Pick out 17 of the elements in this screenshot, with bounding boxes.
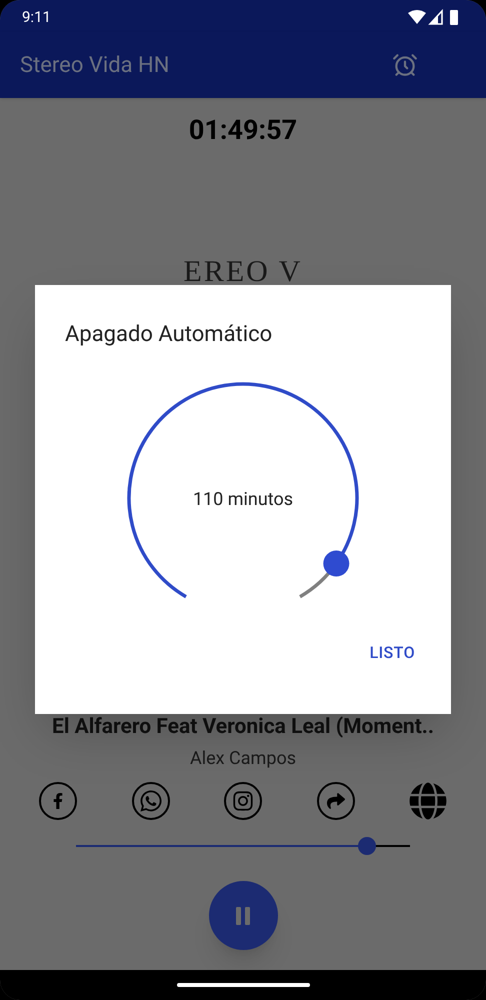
alarm-clock-icon[interactable]	[392, 52, 418, 78]
facebook-icon[interactable]	[39, 782, 77, 820]
artist-name: Alex Campos	[190, 747, 296, 771]
done-button[interactable]: LISTO	[364, 635, 421, 671]
countdown-timer: 01:49:57	[188, 113, 298, 148]
dial-reading: 110 minutos	[192, 488, 294, 512]
globe-icon[interactable]	[409, 782, 447, 820]
song-title: El Alfarero Feat Veronica Leal (Moment..	[52, 714, 434, 740]
logo-text: EREO V	[184, 254, 302, 288]
dialog-title: Apagado Automático	[65, 321, 274, 349]
status-time: 9:11	[22, 6, 51, 28]
camera-icon[interactable]	[224, 782, 262, 820]
app-title: Stereo Vida HN	[20, 52, 170, 80]
share-icon[interactable]	[316, 782, 354, 820]
chat-bubble-icon[interactable]	[132, 782, 170, 820]
dial-handle[interactable]	[323, 550, 350, 577]
progress-thumb[interactable]	[358, 837, 376, 855]
